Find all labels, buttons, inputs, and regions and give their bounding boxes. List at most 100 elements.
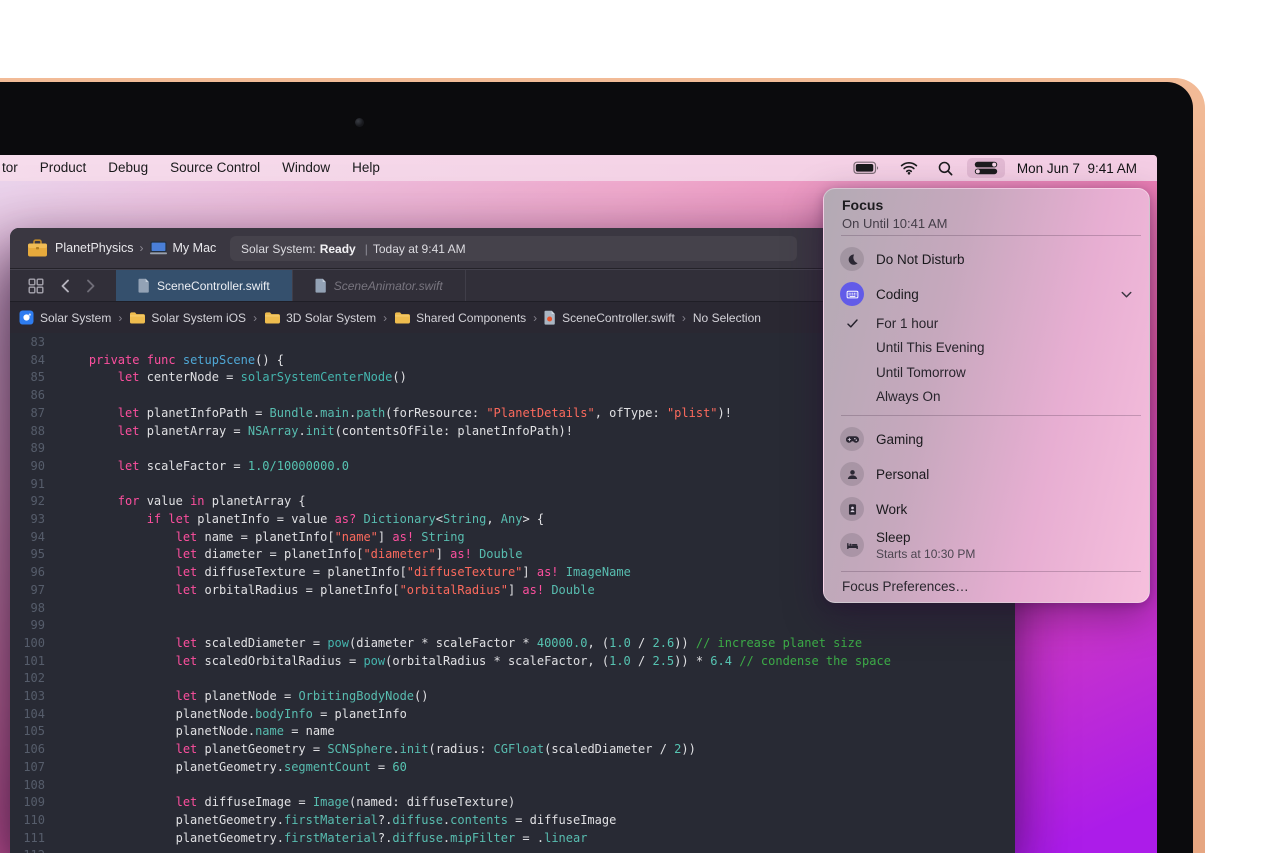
back-chevron-icon[interactable] bbox=[60, 279, 70, 293]
focus-duration-always-on[interactable]: Always On bbox=[824, 387, 1149, 407]
keyboard-icon bbox=[840, 282, 864, 306]
screen-bezel: tor Product Debug Source Control Window Help … bbox=[0, 82, 1193, 853]
focus-divider-2 bbox=[841, 415, 1141, 416]
app-icon bbox=[19, 310, 34, 325]
menu-item-window[interactable]: Window bbox=[271, 155, 341, 181]
line-number: 104 bbox=[23, 706, 45, 721]
focus-mode-label: Gaming bbox=[876, 431, 924, 447]
clock-time: 9:41 AM bbox=[1087, 160, 1137, 176]
search-icon[interactable] bbox=[938, 161, 953, 176]
code-line: 104 planetNode.bodyInfo = planetInfo bbox=[10, 706, 1015, 724]
tab-scenecontroller-swift[interactable]: SceneController.swift bbox=[116, 270, 293, 301]
breadcrumb-label: 3D Solar System bbox=[286, 310, 377, 325]
line-number: 86 bbox=[30, 388, 45, 403]
scheme-briefcase-icon[interactable] bbox=[27, 238, 48, 258]
breadcrumb-label: No Selection bbox=[692, 310, 761, 325]
moon-icon bbox=[840, 247, 864, 271]
menu-item-help[interactable]: Help bbox=[341, 155, 391, 181]
line-number: 98 bbox=[30, 600, 45, 615]
swift-file-icon bbox=[544, 310, 556, 325]
line-number: 91 bbox=[30, 476, 45, 491]
macbook-hero-screenshot: tor Product Debug Source Control Window Help … bbox=[0, 0, 1280, 853]
focus-mode-sleep[interactable]: Sleep Starts at 10:30 PM bbox=[824, 529, 1149, 561]
line-number: 96 bbox=[30, 565, 45, 580]
duration-label: For 1 hour bbox=[876, 315, 939, 331]
line-number: 94 bbox=[30, 529, 45, 544]
code-text: let centerNode = solarSystemCenterNode() bbox=[117, 370, 407, 385]
breadcrumb-separator: › bbox=[533, 310, 538, 325]
chevron-down-icon[interactable] bbox=[1118, 286, 1135, 303]
line-number: 100 bbox=[23, 635, 45, 650]
line-number: 101 bbox=[23, 653, 45, 668]
focus-mode-do-not-disturb[interactable]: Do Not Disturb bbox=[824, 245, 1149, 273]
code-text: if let planetInfo = value as? Dictionary… bbox=[146, 512, 545, 527]
line-number: 93 bbox=[30, 512, 45, 527]
focus-preferences-link[interactable]: Focus Preferences… bbox=[842, 579, 969, 594]
line-number: 110 bbox=[23, 812, 45, 827]
breadcrumb-label: Shared Components bbox=[416, 310, 527, 325]
line-number: 89 bbox=[30, 441, 45, 456]
tab-sceneanimator-swift[interactable]: SceneAnimator.swift bbox=[293, 270, 466, 301]
line-number: 102 bbox=[23, 671, 45, 686]
line-number: 84 bbox=[30, 352, 45, 367]
menu-item-debug[interactable]: Debug bbox=[97, 155, 159, 181]
menu-bar-status: Mon Jun 7 9:41 AM bbox=[833, 155, 1157, 181]
focus-mode-label: Personal bbox=[876, 466, 930, 482]
run-destination-icon[interactable] bbox=[149, 241, 167, 255]
breadcrumb-separator: › bbox=[681, 310, 686, 325]
line-number: 85 bbox=[30, 370, 45, 385]
focus-mode-label: Do Not Disturb bbox=[876, 251, 965, 267]
editor-layout-grid-icon[interactable] bbox=[28, 278, 44, 294]
breadcrumb-segment-5[interactable]: SceneController.swift › bbox=[544, 310, 693, 325]
code-text: planetGeometry.firstMaterial?.diffuse.mi… bbox=[60, 830, 588, 845]
breadcrumb-segment-6[interactable]: No Selection bbox=[693, 311, 761, 325]
line-number: 83 bbox=[30, 335, 45, 349]
focus-subtitle: On Until 10:41 AM bbox=[842, 216, 948, 231]
line-number: 103 bbox=[23, 689, 45, 704]
breadcrumb-label: Solar System iOS bbox=[151, 310, 247, 325]
control-center-icon[interactable] bbox=[966, 158, 1005, 178]
menu-bar-clock[interactable]: Mon Jun 7 9:41 AM bbox=[1017, 161, 1137, 176]
line-number: 95 bbox=[30, 547, 45, 562]
code-line: 99 bbox=[10, 617, 1015, 635]
activity-state: Ready bbox=[319, 241, 356, 256]
folder-icon bbox=[264, 311, 281, 324]
scheme-name[interactable]: PlanetPhysics bbox=[55, 241, 134, 255]
breadcrumb-segment-2[interactable]: Solar System iOS › bbox=[129, 311, 264, 325]
focus-divider-3 bbox=[841, 571, 1141, 572]
folder-icon bbox=[394, 311, 411, 324]
focus-mode-coding[interactable]: Coding bbox=[824, 280, 1149, 308]
menu-item-product[interactable]: Product bbox=[29, 155, 98, 181]
line-number: 87 bbox=[30, 405, 45, 420]
menu-item-source-control[interactable]: Source Control bbox=[159, 155, 271, 181]
macbook-frame: tor Product Debug Source Control Window Help … bbox=[0, 78, 1205, 853]
document-icon bbox=[315, 278, 327, 293]
focus-mode-gaming[interactable]: Gaming bbox=[824, 425, 1149, 453]
wifi-icon[interactable] bbox=[900, 161, 918, 175]
breadcrumb-segment-3[interactable]: 3D Solar System › bbox=[264, 311, 394, 325]
code-line: 109 let diffuseImage = Image(named: diff… bbox=[10, 794, 1015, 812]
line-number: 109 bbox=[23, 795, 45, 810]
focus-mode-personal[interactable]: Personal bbox=[824, 460, 1149, 488]
activity-divider: | bbox=[364, 241, 368, 256]
breadcrumb-separator: › bbox=[253, 310, 258, 325]
code-line: 107 planetGeometry.segmentCount = 60 bbox=[10, 759, 1015, 777]
focus-mode-work[interactable]: Work bbox=[824, 495, 1149, 523]
focus-panel: Focus On Until 10:41 AM Do Not Disturb Codi… bbox=[823, 188, 1150, 603]
person-icon bbox=[840, 462, 864, 486]
breadcrumb-segment-4[interactable]: Shared Components › bbox=[394, 311, 544, 325]
forward-chevron-icon[interactable] bbox=[86, 279, 96, 293]
menu-bar: tor Product Debug Source Control Window Help … bbox=[0, 155, 1157, 181]
focus-duration-for-1-hour[interactable]: For 1 hour bbox=[824, 313, 1149, 333]
battery-icon[interactable] bbox=[853, 161, 880, 175]
run-destination[interactable]: My Mac bbox=[173, 241, 217, 255]
breadcrumb-segment-1[interactable]: Solar System › bbox=[19, 310, 129, 325]
breadcrumb-label: Solar System bbox=[40, 310, 112, 325]
code-text: let scaledOrbitalRadius = pow(orbitalRad… bbox=[175, 653, 891, 668]
code-text: let scaledDiameter = pow(diameter * scal… bbox=[175, 635, 863, 650]
menu-item-tor[interactable]: tor bbox=[0, 155, 29, 181]
focus-duration-until-tomorrow[interactable]: Until Tomorrow bbox=[824, 362, 1149, 382]
focus-duration-until-this-evening[interactable]: Until This Evening bbox=[824, 338, 1149, 358]
code-text: let planetArray = NSArray.init(contentsO… bbox=[117, 423, 573, 438]
code-line: 100 let scaledDiameter = pow(diameter * … bbox=[10, 635, 1015, 653]
